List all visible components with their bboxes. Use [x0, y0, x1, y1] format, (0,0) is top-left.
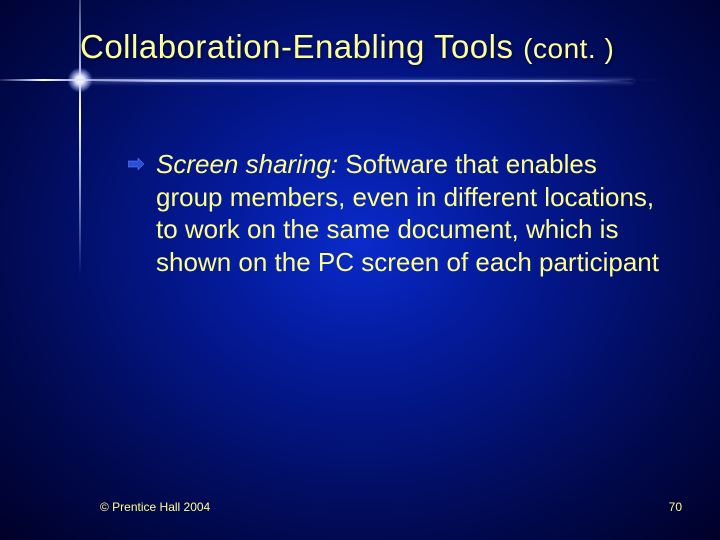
title-underline	[78, 80, 633, 82]
term-text: Screen sharing:	[156, 149, 338, 179]
slide-title: Collaboration-Enabling Tools (cont. )	[80, 28, 700, 66]
title-continued: (cont. )	[523, 33, 614, 64]
title-main: Collaboration-Enabling Tools	[80, 28, 523, 65]
arrow-bullet-icon	[128, 158, 144, 170]
slide: Collaboration-Enabling Tools (cont. ) Sc…	[0, 0, 720, 540]
footer-copyright: © Prentice Hall 2004	[100, 500, 210, 514]
bullet-item: Screen sharing: Software that enables gr…	[128, 148, 660, 278]
footer-page-number: 70	[669, 500, 682, 514]
body-text: Screen sharing: Software that enables gr…	[128, 148, 660, 278]
